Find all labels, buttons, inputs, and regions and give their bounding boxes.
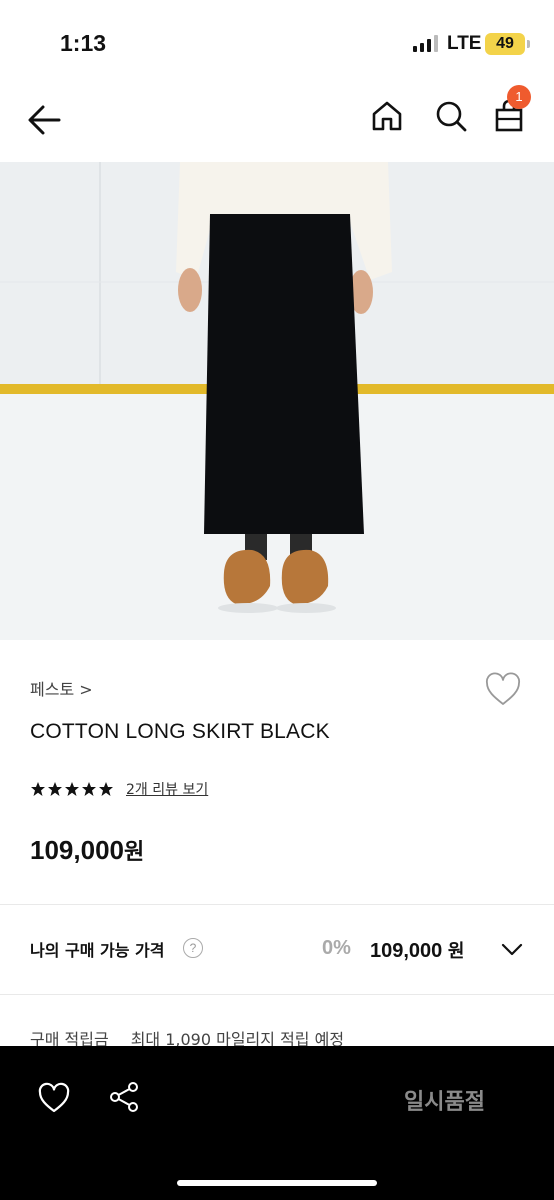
battery-icon: 49 xyxy=(485,33,530,55)
home-icon[interactable] xyxy=(369,98,405,134)
star-rating xyxy=(30,781,114,797)
heart-icon[interactable] xyxy=(484,672,522,708)
star-icon xyxy=(82,782,96,796)
rating-row: 2개 리뷰 보기 xyxy=(30,778,208,800)
star-icon xyxy=(31,782,45,796)
signal-icon xyxy=(413,34,439,52)
heart-icon[interactable] xyxy=(37,1082,71,1114)
share-icon[interactable] xyxy=(107,1080,141,1114)
search-icon[interactable] xyxy=(433,98,469,134)
bottom-action-bar: 일시품절 xyxy=(0,1046,554,1200)
status-bar: 1:13 LTE 49 xyxy=(0,0,554,80)
help-icon[interactable]: ? xyxy=(183,938,203,958)
my-price-value: 109,000 원 xyxy=(370,937,464,963)
status-time: 1:13 xyxy=(60,30,107,56)
star-icon xyxy=(65,782,79,796)
product-price: 109,000원 xyxy=(30,834,144,866)
network-type: LTE xyxy=(447,33,482,54)
star-icon xyxy=(48,782,62,796)
my-price-label: 나의 구매 가능 가격 xyxy=(30,941,165,960)
star-icon xyxy=(99,782,113,796)
arrow-left-icon[interactable] xyxy=(25,102,65,138)
chevron-down-icon[interactable] xyxy=(500,939,524,959)
my-price-unit: 원 xyxy=(447,941,465,962)
my-price-row[interactable]: 나의 구매 가능 가격 ? 0% 109,000 원 xyxy=(30,935,530,967)
divider xyxy=(0,904,554,905)
product-title: COTTON LONG SKIRT BLACK xyxy=(30,720,330,743)
soldout-button[interactable]: 일시품절 xyxy=(404,1084,485,1116)
brand-link[interactable]: 페스토 > xyxy=(30,676,93,700)
review-link[interactable]: 2개 리뷰 보기 xyxy=(126,779,208,799)
divider xyxy=(0,994,554,995)
cart-count-badge: 1 xyxy=(507,85,531,109)
discount-rate: 0% xyxy=(322,937,351,959)
price-value: 109,000 xyxy=(30,835,124,865)
home-indicator xyxy=(177,1180,377,1186)
top-nav-bar: 1 xyxy=(0,80,554,162)
price-unit: 원 xyxy=(123,840,145,865)
product-image[interactable] xyxy=(0,162,554,640)
my-price-amount: 109,000 xyxy=(370,940,443,962)
